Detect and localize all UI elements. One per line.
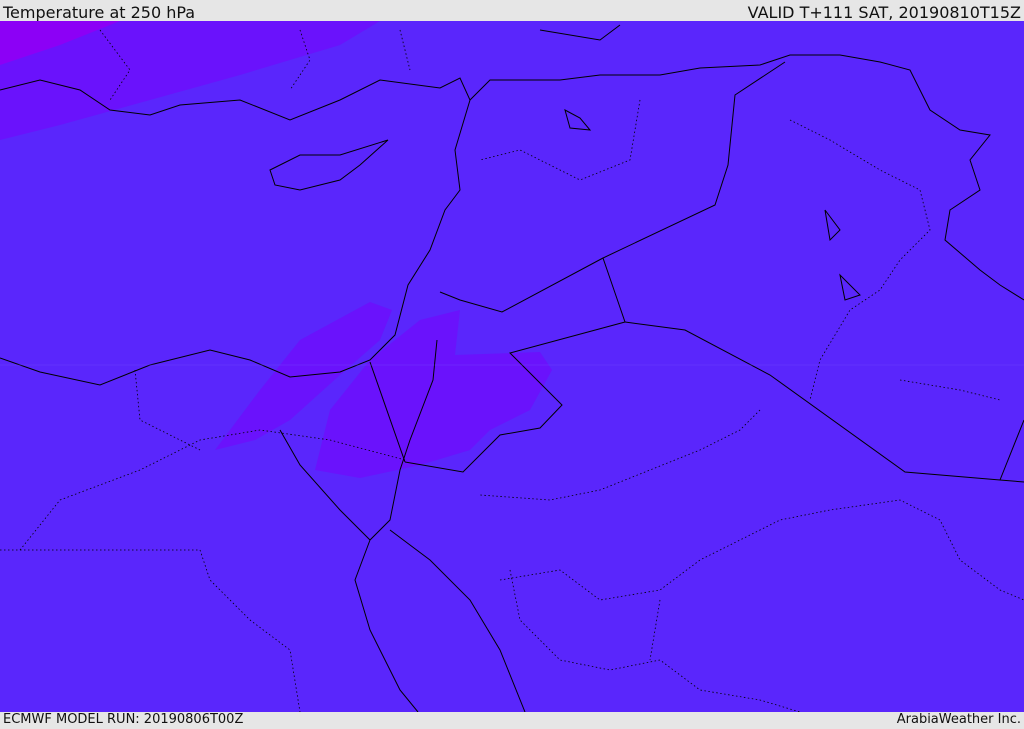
- footer-bar: ECMWF MODEL RUN: 20190806T00Z ArabiaWeat…: [0, 712, 1024, 729]
- valid-time: VALID T+111 SAT, 20190810T15Z: [747, 3, 1021, 22]
- model-run: ECMWF MODEL RUN: 20190806T00Z: [3, 712, 244, 727]
- credit: ArabiaWeather Inc.: [896, 712, 1021, 727]
- header-bar: Temperature at 250 hPa VALID T+111 SAT, …: [0, 0, 1024, 22]
- temperature-map[interactable]: [0, 21, 1024, 712]
- map-title: Temperature at 250 hPa: [3, 3, 196, 22]
